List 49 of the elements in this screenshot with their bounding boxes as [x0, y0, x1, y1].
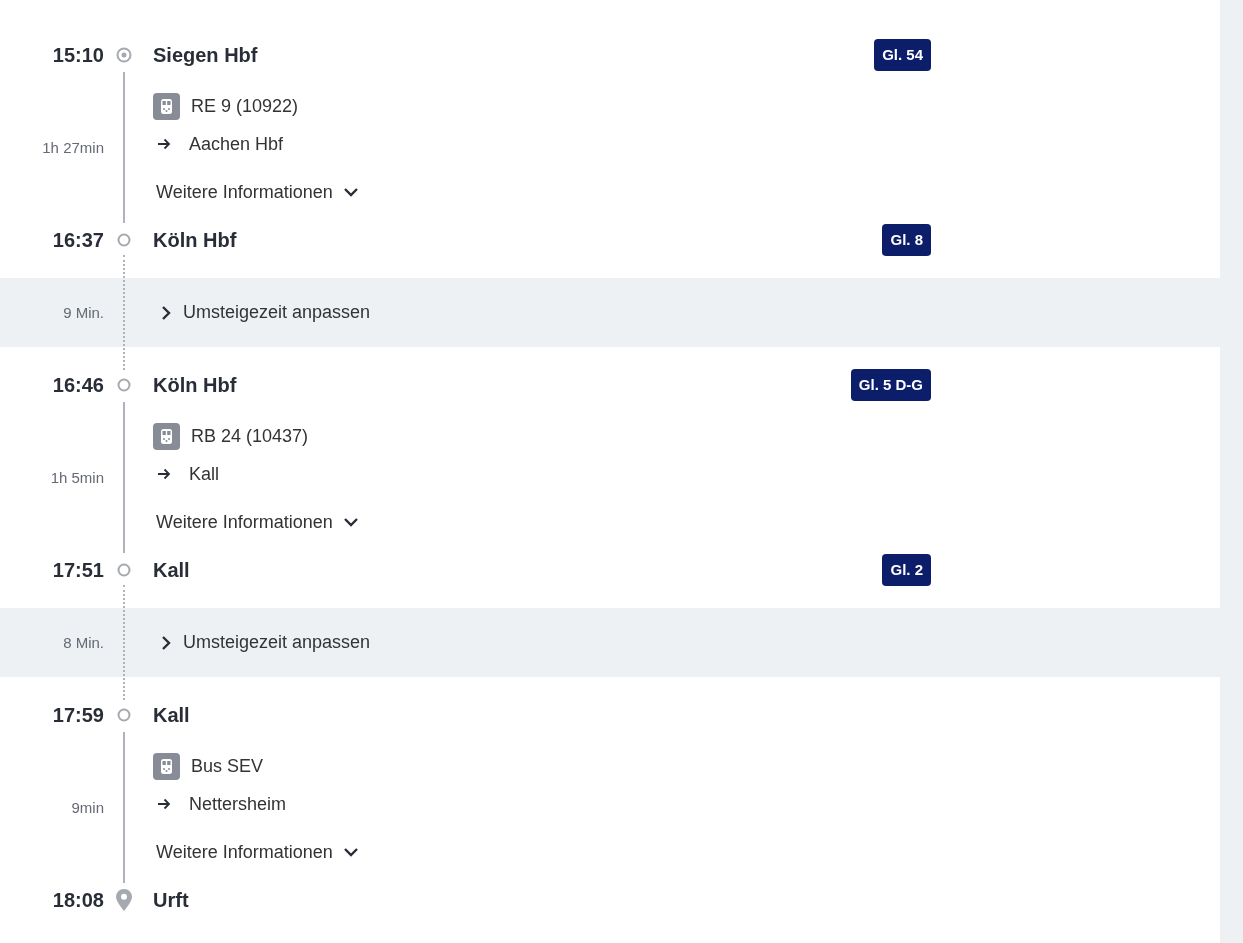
more-info-link[interactable]: Weitere Informationen	[153, 508, 1220, 536]
travel-duration: 9min	[71, 798, 104, 817]
train-name: RE 9 (10922)	[191, 95, 299, 117]
station-name: Kall	[153, 703, 190, 727]
origin-stop-icon	[116, 47, 132, 63]
station-name: Köln Hbf	[153, 373, 237, 397]
arrow-right-icon	[157, 138, 171, 150]
arrival-time: 18:08	[52, 888, 104, 913]
station-name: Urft	[153, 888, 189, 912]
arrival-time: 17:51	[52, 558, 104, 583]
location-pin-icon	[116, 889, 132, 911]
adjust-transfer-button[interactable]: Umsteigezeit anpassen	[153, 302, 371, 323]
travel-duration: 1h 27min	[42, 138, 104, 157]
train-name: Bus SEV	[191, 755, 264, 777]
departure-time: 17:59	[52, 703, 104, 728]
travel-duration: 1h 5min	[50, 468, 104, 487]
platform-badge: Gl. 54	[874, 39, 931, 71]
station-name: Siegen Hbf	[153, 43, 258, 67]
direction-text: Nettersheim	[189, 793, 287, 815]
arrow-right-icon	[157, 798, 171, 810]
more-info-link[interactable]: Weitere Informationen	[153, 838, 1220, 866]
stop-circle-icon	[117, 233, 131, 247]
arrow-right-icon	[157, 468, 171, 480]
departure-time: 16:46	[52, 373, 104, 398]
station-name: Kall	[153, 558, 190, 582]
train-icon	[153, 422, 180, 450]
transfer-duration: 8 Min.	[63, 634, 104, 651]
chevron-right-icon	[161, 304, 171, 321]
direction-text: Aachen Hbf	[189, 133, 284, 155]
chevron-right-icon	[161, 634, 171, 651]
train-name: RB 24 (10437)	[191, 425, 309, 447]
stop-circle-icon	[117, 563, 131, 577]
train-icon	[153, 752, 180, 780]
train-icon	[153, 92, 180, 120]
platform-badge: Gl. 2	[882, 554, 931, 586]
arrival-time: 16:37	[52, 228, 104, 253]
platform-badge: Gl. 8	[882, 224, 931, 256]
adjust-transfer-button[interactable]: Umsteigezeit anpassen	[153, 632, 371, 653]
chevron-down-icon	[342, 847, 359, 857]
more-info-link[interactable]: Weitere Informationen	[153, 178, 1220, 206]
chevron-down-icon	[342, 187, 359, 197]
platform-badge: Gl. 5 D-G	[850, 369, 931, 401]
stop-circle-icon	[117, 708, 131, 722]
transfer-duration: 9 Min.	[63, 304, 104, 321]
departure-time: 15:10	[52, 43, 104, 68]
direction-text: Kall	[189, 463, 219, 485]
stop-circle-icon	[117, 378, 131, 392]
station-name: Köln Hbf	[153, 228, 237, 252]
chevron-down-icon	[342, 517, 359, 527]
